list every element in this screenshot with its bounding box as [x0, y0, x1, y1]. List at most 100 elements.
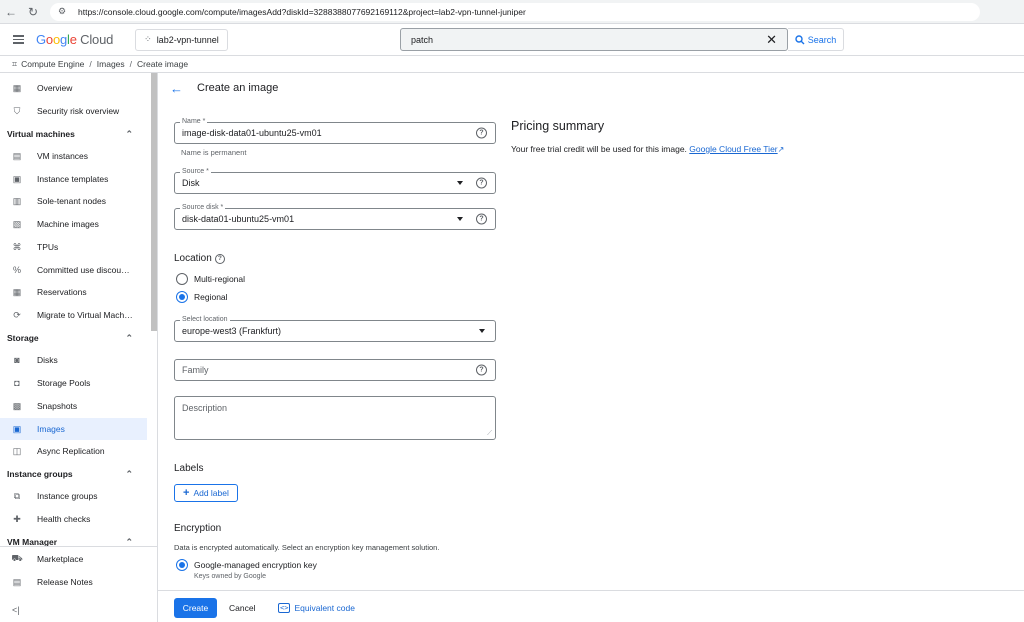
- radio-google-managed-key[interactable]: Google-managed encryption key: [176, 559, 317, 571]
- location-select[interactable]: Select location europe-west3 (Frankfurt): [174, 316, 496, 342]
- free-tier-link[interactable]: Google Cloud Free Tier: [689, 144, 777, 154]
- dropdown-arrow-icon: [457, 181, 463, 185]
- labels-title: Labels: [174, 463, 204, 474]
- sidebar-item-instance-templates[interactable]: ▣ Instance templates: [0, 168, 147, 190]
- collapse-sidebar-icon[interactable]: <|: [12, 605, 20, 615]
- add-label-text: Add label: [193, 488, 229, 498]
- marketplace-icon: ⛟: [11, 553, 23, 563]
- reload-icon[interactable]: ↻: [22, 0, 44, 24]
- grid-icon: ▦: [12, 82, 22, 93]
- clear-search-icon[interactable]: ✕: [766, 32, 777, 48]
- page-header: ← Create an image: [170, 78, 278, 98]
- chevron-up-icon: ⌃: [125, 468, 133, 479]
- source-select[interactable]: Source * Disk ?: [174, 168, 496, 194]
- sidebar-item-health-checks[interactable]: ✚ Health checks: [0, 508, 147, 530]
- name-field-label: Name *: [180, 118, 208, 125]
- sidebar-section-storage[interactable]: Storage ⌃: [0, 328, 147, 348]
- location-select-value: europe-west3 (Frankfurt): [182, 326, 282, 336]
- sidebar-item-security-risk[interactable]: ⛉ Security risk overview: [0, 100, 147, 122]
- back-arrow-icon[interactable]: ←: [170, 81, 183, 96]
- radio-multi-regional[interactable]: Multi-regional: [176, 273, 245, 285]
- sidebar-section-instance-groups[interactable]: Instance groups ⌃: [0, 464, 147, 484]
- sidebar-section-virtual-machines[interactable]: Virtual machines ⌃: [0, 124, 147, 144]
- create-button[interactable]: Create: [174, 598, 217, 618]
- project-picker[interactable]: ⁘ lab2-vpn-tunnel: [135, 28, 228, 51]
- sidebar-item-storage-pools[interactable]: ◘ Storage Pools: [0, 372, 147, 394]
- sidebar-item-machine-images[interactable]: ▧ Machine images: [0, 213, 147, 235]
- sidebar-scrollbar[interactable]: [151, 73, 157, 331]
- machine-image-icon: ▧: [12, 218, 22, 229]
- sidebar-item-reservations[interactable]: ▦ Reservations: [0, 281, 147, 303]
- source-disk-value: disk-data01-ubuntu25-vm01: [182, 214, 295, 224]
- breadcrumb: ⌗ Compute Engine / Images / Create image: [0, 56, 1024, 73]
- help-icon[interactable]: ?: [476, 213, 487, 225]
- sidebar-item-vm-instances[interactable]: ▤ VM instances: [0, 145, 147, 167]
- section-label: Instance groups: [7, 469, 73, 479]
- help-icon[interactable]: ?: [476, 177, 487, 189]
- sidebar-item-label: Marketplace: [37, 554, 84, 564]
- cancel-button[interactable]: Cancel: [229, 598, 255, 618]
- radio-button[interactable]: [176, 273, 188, 285]
- help-icon[interactable]: ?: [476, 127, 487, 139]
- chevron-up-icon: ⌃: [125, 128, 133, 139]
- sidebar-item-label: Sole-tenant nodes: [37, 196, 106, 206]
- equivalent-code-button[interactable]: <> Equivalent code: [278, 598, 355, 618]
- search-input[interactable]: patch ✕: [400, 28, 788, 51]
- add-label-button[interactable]: + Add label: [174, 484, 238, 502]
- breadcrumb-images[interactable]: Images: [97, 59, 125, 69]
- page-title: Create an image: [197, 82, 279, 94]
- back-icon[interactable]: ←: [0, 0, 22, 24]
- sidebar-item-disks[interactable]: ◙ Disks: [0, 349, 147, 371]
- address-bar[interactable]: ⚙ https://console.cloud.google.com/compu…: [50, 2, 980, 21]
- sidebar-item-instance-groups[interactable]: ⧉ Instance groups: [0, 485, 147, 507]
- sidebar-bottom-divider: [0, 546, 157, 547]
- app-header: Google Cloud ⁘ lab2-vpn-tunnel patch ✕ S…: [0, 24, 1024, 56]
- sidebar-item-sole-tenant[interactable]: ▥ Sole-tenant nodes: [0, 190, 147, 212]
- breadcrumb-compute-engine[interactable]: Compute Engine: [21, 59, 84, 69]
- google-cloud-logo[interactable]: Google Cloud: [36, 32, 113, 47]
- search-button[interactable]: Search: [788, 28, 844, 51]
- server-icon: ▤: [12, 150, 22, 161]
- sidebar-item-marketplace[interactable]: ⛟ Marketplace: [0, 548, 147, 570]
- percent-icon: %: [12, 265, 21, 275]
- location-title-text: Location: [174, 253, 212, 264]
- help-icon[interactable]: ?: [214, 253, 225, 264]
- source-select-value: Disk: [182, 178, 200, 188]
- source-disk-select[interactable]: Source disk * disk-data01-ubuntu25-vm01 …: [174, 204, 496, 230]
- node-icon: ▥: [12, 195, 22, 206]
- name-field[interactable]: Name * image-disk-data01-ubuntu25-vm01 ?: [174, 118, 496, 144]
- sidebar-item-overview[interactable]: ▦ Overview: [0, 77, 147, 99]
- shield-icon: ⛉: [13, 105, 21, 116]
- storage-pool-icon: ◘: [14, 378, 20, 388]
- family-input[interactable]: Family ?: [174, 359, 496, 381]
- radio-button-selected[interactable]: [176, 559, 188, 571]
- site-info-icon[interactable]: ⚙: [58, 6, 72, 17]
- sidebar-item-label: Overview: [37, 83, 73, 93]
- sidebar-item-tpus[interactable]: ⌘ TPUs: [0, 236, 147, 258]
- disk-icon: ◙: [14, 355, 20, 365]
- chevron-up-icon: ⌃: [125, 332, 133, 343]
- sidebar-item-label: Async Replication: [37, 446, 105, 456]
- sidebar-item-images[interactable]: ▣ Images: [0, 418, 147, 440]
- calendar-icon: ▦: [12, 286, 22, 297]
- encryption-description: Data is encrypted automatically. Select …: [174, 543, 440, 552]
- radio-regional[interactable]: Regional: [176, 291, 228, 303]
- dropdown-arrow-icon: [457, 217, 463, 221]
- sidebar-item-snapshots[interactable]: ▩ Snapshots: [0, 395, 147, 417]
- notes-icon: ▤: [12, 576, 22, 587]
- url-text: https://console.cloud.google.com/compute…: [78, 6, 526, 17]
- sidebar-item-label: Release Notes: [37, 577, 93, 587]
- radio-label: Google-managed encryption key: [194, 560, 317, 570]
- compute-engine-icon: ⌗: [12, 58, 18, 69]
- sidebar-item-migrate[interactable]: ⟳ Migrate to Virtual Mach…: [0, 304, 147, 326]
- sidebar-item-async-replication[interactable]: ◫ Async Replication: [0, 440, 147, 462]
- description-textarea[interactable]: Description ⟋: [174, 396, 496, 440]
- sidebar-item-label: Disks: [37, 355, 58, 365]
- sidebar-item-committed-use[interactable]: % Committed use discou…: [0, 259, 147, 281]
- hamburger-menu-icon[interactable]: [4, 35, 32, 44]
- radio-button-selected[interactable]: [176, 291, 188, 303]
- resize-handle-icon[interactable]: ⟋: [487, 430, 492, 438]
- name-field-value: image-disk-data01-ubuntu25-vm01: [182, 128, 322, 138]
- help-icon[interactable]: ?: [476, 364, 487, 376]
- sidebar-item-release-notes[interactable]: ▤ Release Notes: [0, 571, 147, 593]
